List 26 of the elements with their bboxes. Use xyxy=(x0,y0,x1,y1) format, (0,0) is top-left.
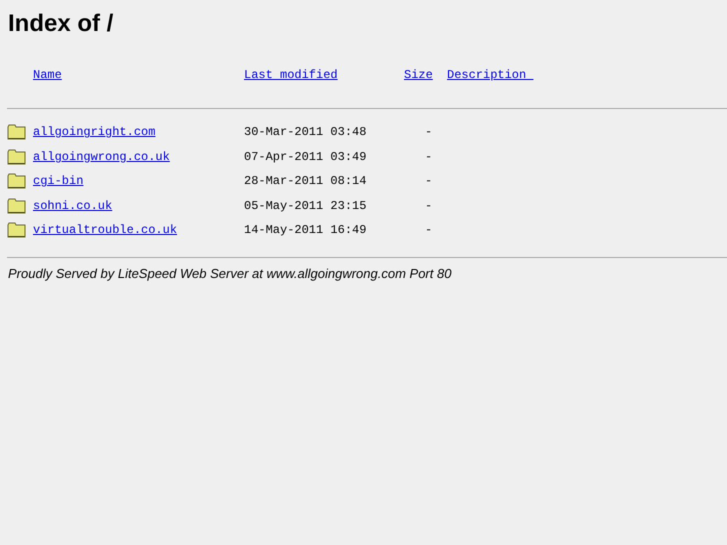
directory-link[interactable]: sohni.co.uk xyxy=(33,198,112,213)
file-size: - xyxy=(424,150,432,164)
file-size: - xyxy=(424,223,432,238)
page-title: Index of / xyxy=(7,9,114,39)
folder-icon xyxy=(7,148,26,165)
modified-date: 30-Mar-2011 03:48 xyxy=(244,125,366,140)
directory-link[interactable]: allgoingright.com xyxy=(33,125,156,140)
folder-icon xyxy=(7,173,26,190)
file-size: - xyxy=(424,174,432,188)
column-header-link[interactable]: Last modified xyxy=(244,68,338,82)
directory-link[interactable]: cgi-bin xyxy=(33,174,84,188)
modified-date: 07-Apr-2011 03:49 xyxy=(244,150,366,164)
directory-link[interactable]: virtualtrouble.co.uk xyxy=(33,223,178,238)
folder-icon xyxy=(7,222,26,238)
file-size: - xyxy=(424,198,432,213)
column-header-link[interactable]: Size xyxy=(404,68,433,82)
column-header-link[interactable]: Name xyxy=(33,68,62,82)
server-footer: Proudly Served by LiteSpeed Web Server at www.allgoingwrong.com Port 80 xyxy=(8,266,452,280)
modified-date: 28-Mar-2011 08:14 xyxy=(244,174,366,188)
folder-icon xyxy=(7,198,26,214)
directory-link[interactable]: allgoingwrong.co.uk xyxy=(33,150,170,164)
column-header-link[interactable]: Description xyxy=(447,68,534,82)
file-size: - xyxy=(424,125,432,140)
modified-date: 14-May-2011 16:49 xyxy=(244,223,366,238)
modified-date: 05-May-2011 23:15 xyxy=(244,198,366,213)
folder-icon xyxy=(7,124,26,140)
